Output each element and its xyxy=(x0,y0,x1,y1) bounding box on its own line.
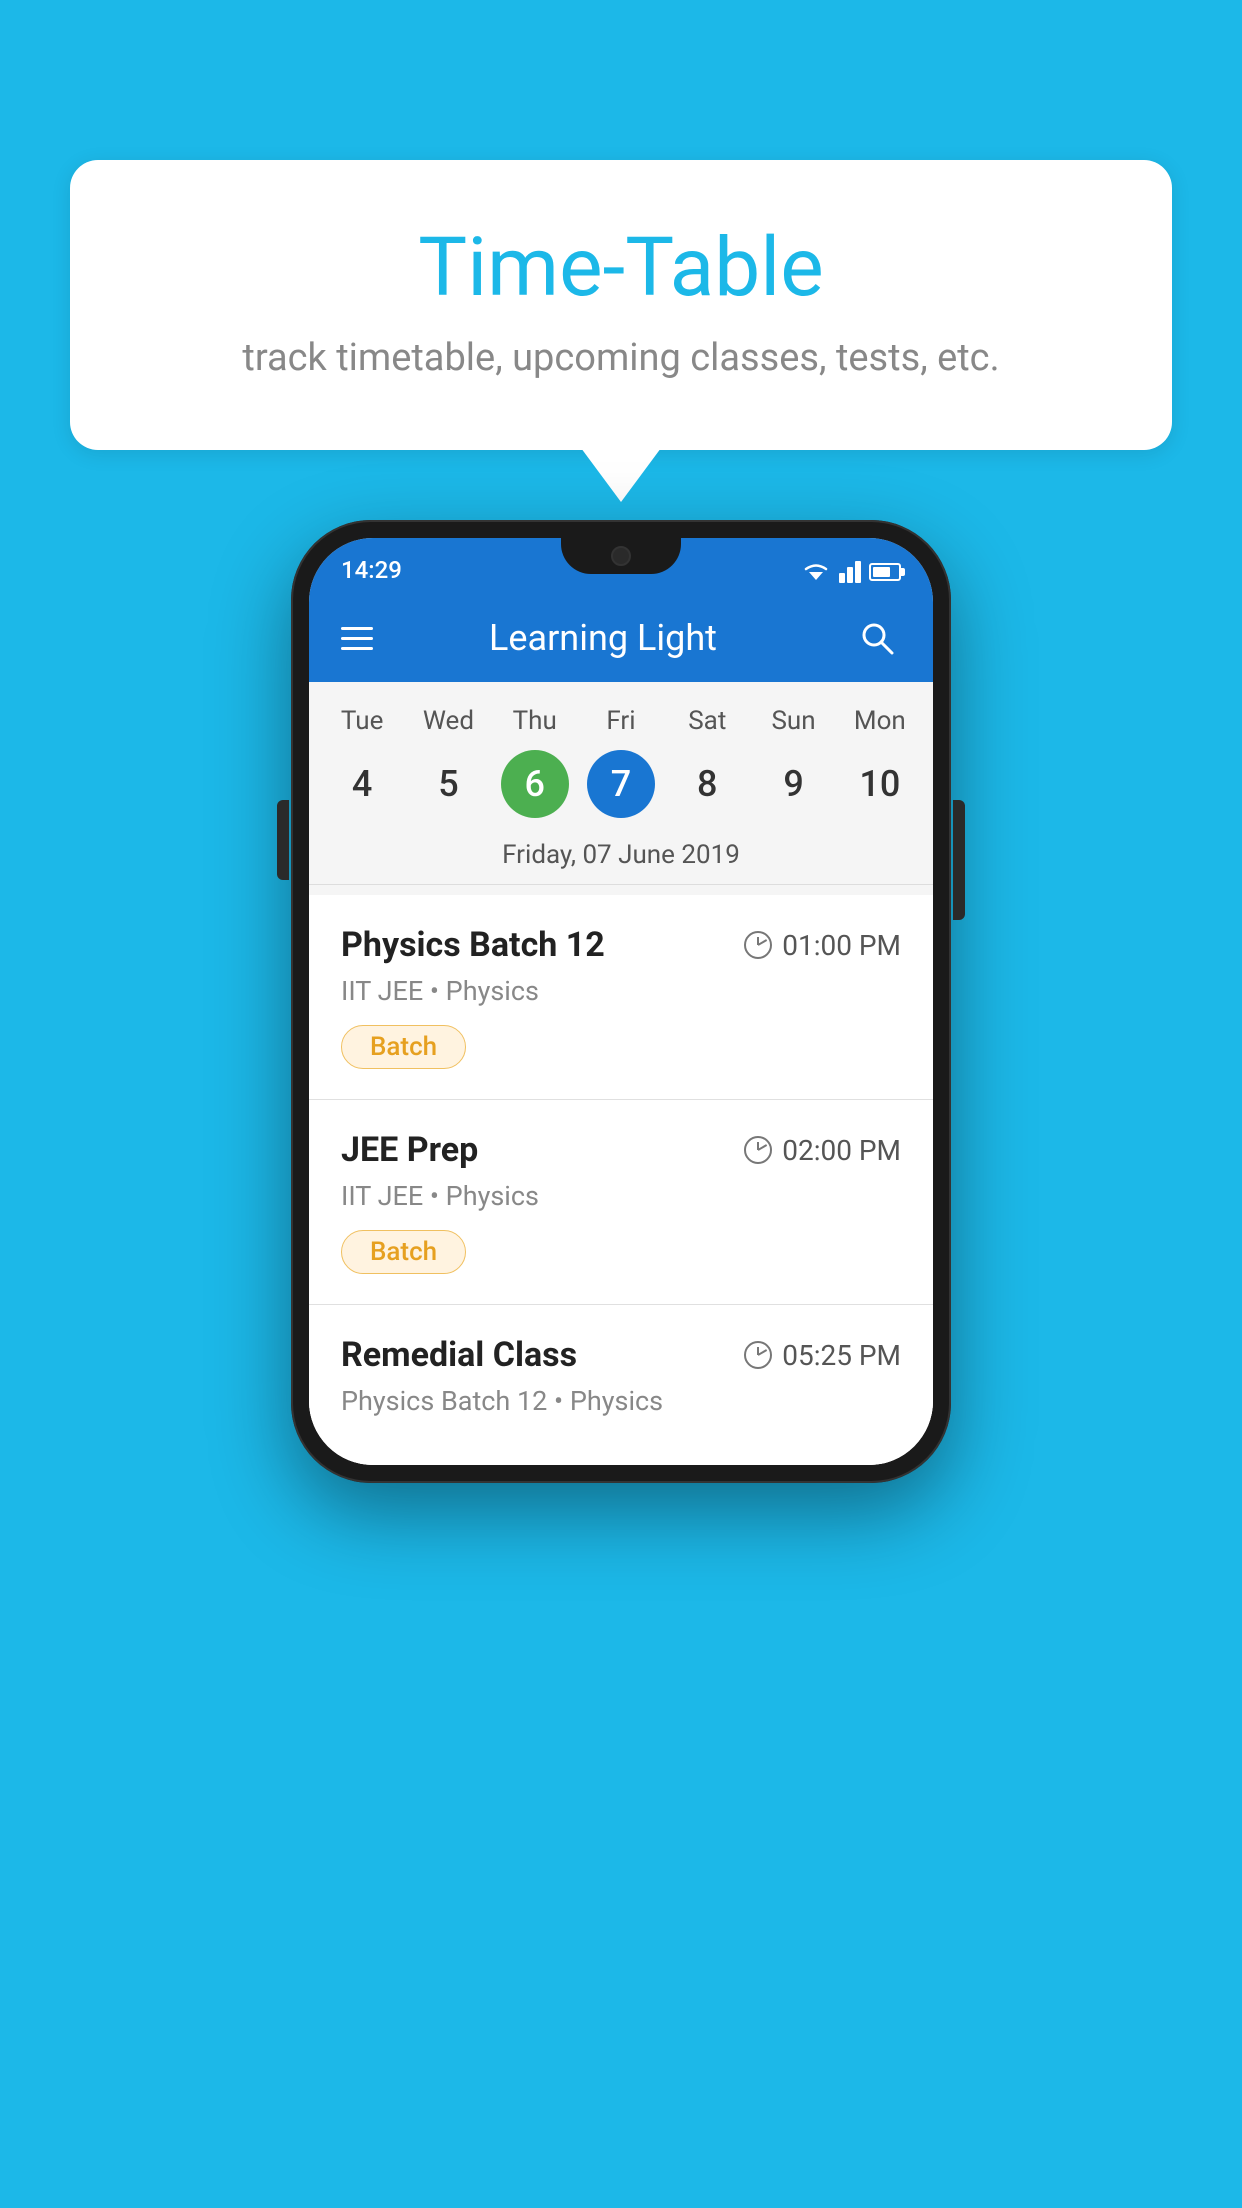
phone-screen: 14:29 xyxy=(309,538,933,1465)
signal-bars-icon xyxy=(839,561,861,583)
bubble-subtitle: track timetable, upcoming classes, tests… xyxy=(150,336,1092,380)
schedule-item-2-subtitle: IIT JEE • Physics xyxy=(341,1180,901,1212)
schedule-item-1-header: Physics Batch 12 01:00 PM xyxy=(341,925,901,965)
search-button[interactable] xyxy=(853,614,901,662)
schedule-item-3-time-text: 05:25 PM xyxy=(782,1339,901,1372)
schedule-item-1-tag: Batch xyxy=(341,1025,466,1069)
clock-icon-3 xyxy=(744,1341,772,1369)
search-icon xyxy=(859,620,895,656)
battery-icon xyxy=(869,563,901,581)
schedule-item-2-time-text: 02:00 PM xyxy=(782,1134,901,1167)
schedule-item-1-title: Physics Batch 12 xyxy=(341,925,605,965)
day-label-sun: Sun xyxy=(750,702,836,740)
app-bar-title: Learning Light xyxy=(377,617,829,659)
schedule-item-1-subtitle: IIT JEE • Physics xyxy=(341,975,901,1007)
app-bar: Learning Light xyxy=(309,594,933,682)
calendar-dates-row: 4 5 6 7 8 9 xyxy=(309,748,933,820)
schedule-item-2-time: 02:00 PM xyxy=(744,1134,901,1167)
clock-icon-1 xyxy=(744,931,772,959)
selected-date-label: Friday, 07 June 2019 xyxy=(309,832,933,885)
phone-mockup: 14:29 xyxy=(291,520,951,1483)
schedule-item-1-time-text: 01:00 PM xyxy=(782,929,901,962)
calendar-date-9[interactable]: 9 xyxy=(750,748,836,820)
calendar-date-10[interactable]: 10 xyxy=(837,748,923,820)
clock-icon-2 xyxy=(744,1136,772,1164)
schedule-item-2-header: JEE Prep 02:00 PM xyxy=(341,1130,901,1170)
speech-bubble-container: Time-Table track timetable, upcoming cla… xyxy=(70,160,1172,450)
schedule-item-2-title: JEE Prep xyxy=(341,1130,478,1170)
day-label-tue: Tue xyxy=(319,702,405,740)
day-label-wed: Wed xyxy=(405,702,491,740)
schedule-item-3-title: Remedial Class xyxy=(341,1335,577,1375)
calendar-days-row: Tue Wed Thu Fri Sat Sun Mon xyxy=(309,702,933,740)
phone-frame: 14:29 xyxy=(291,520,951,1483)
status-icons xyxy=(801,560,901,584)
speech-bubble: Time-Table track timetable, upcoming cla… xyxy=(70,160,1172,450)
calendar-date-8[interactable]: 8 xyxy=(664,748,750,820)
hamburger-menu-icon[interactable] xyxy=(341,627,373,650)
schedule-list: Physics Batch 12 01:00 PM IIT JEE • Phys… xyxy=(309,895,933,1465)
schedule-item-1[interactable]: Physics Batch 12 01:00 PM IIT JEE • Phys… xyxy=(309,895,933,1100)
bubble-title: Time-Table xyxy=(150,220,1092,316)
phone-camera xyxy=(611,546,631,566)
schedule-item-3[interactable]: Remedial Class 05:25 PM Physics Batch 12… xyxy=(309,1305,933,1465)
day-label-fri: Fri xyxy=(578,702,664,740)
day-label-mon: Mon xyxy=(837,702,923,740)
schedule-item-3-header: Remedial Class 05:25 PM xyxy=(341,1335,901,1375)
schedule-item-3-subtitle: Physics Batch 12 • Physics xyxy=(341,1385,901,1417)
day-label-sat: Sat xyxy=(664,702,750,740)
schedule-item-2-tag: Batch xyxy=(341,1230,466,1274)
schedule-item-3-time: 05:25 PM xyxy=(744,1339,901,1372)
schedule-item-1-time: 01:00 PM xyxy=(744,929,901,962)
wifi-icon xyxy=(801,560,831,584)
day-label-thu: Thu xyxy=(492,702,578,740)
calendar-date-4[interactable]: 4 xyxy=(319,748,405,820)
calendar-date-7[interactable]: 7 xyxy=(578,748,664,820)
status-time: 14:29 xyxy=(341,556,402,584)
schedule-item-2[interactable]: JEE Prep 02:00 PM IIT JEE • Physics Batc… xyxy=(309,1100,933,1305)
phone-notch xyxy=(561,538,681,574)
calendar-date-6[interactable]: 6 xyxy=(492,748,578,820)
calendar-date-5[interactable]: 5 xyxy=(405,748,491,820)
calendar-section: Tue Wed Thu Fri Sat Sun Mon 4 5 xyxy=(309,682,933,895)
